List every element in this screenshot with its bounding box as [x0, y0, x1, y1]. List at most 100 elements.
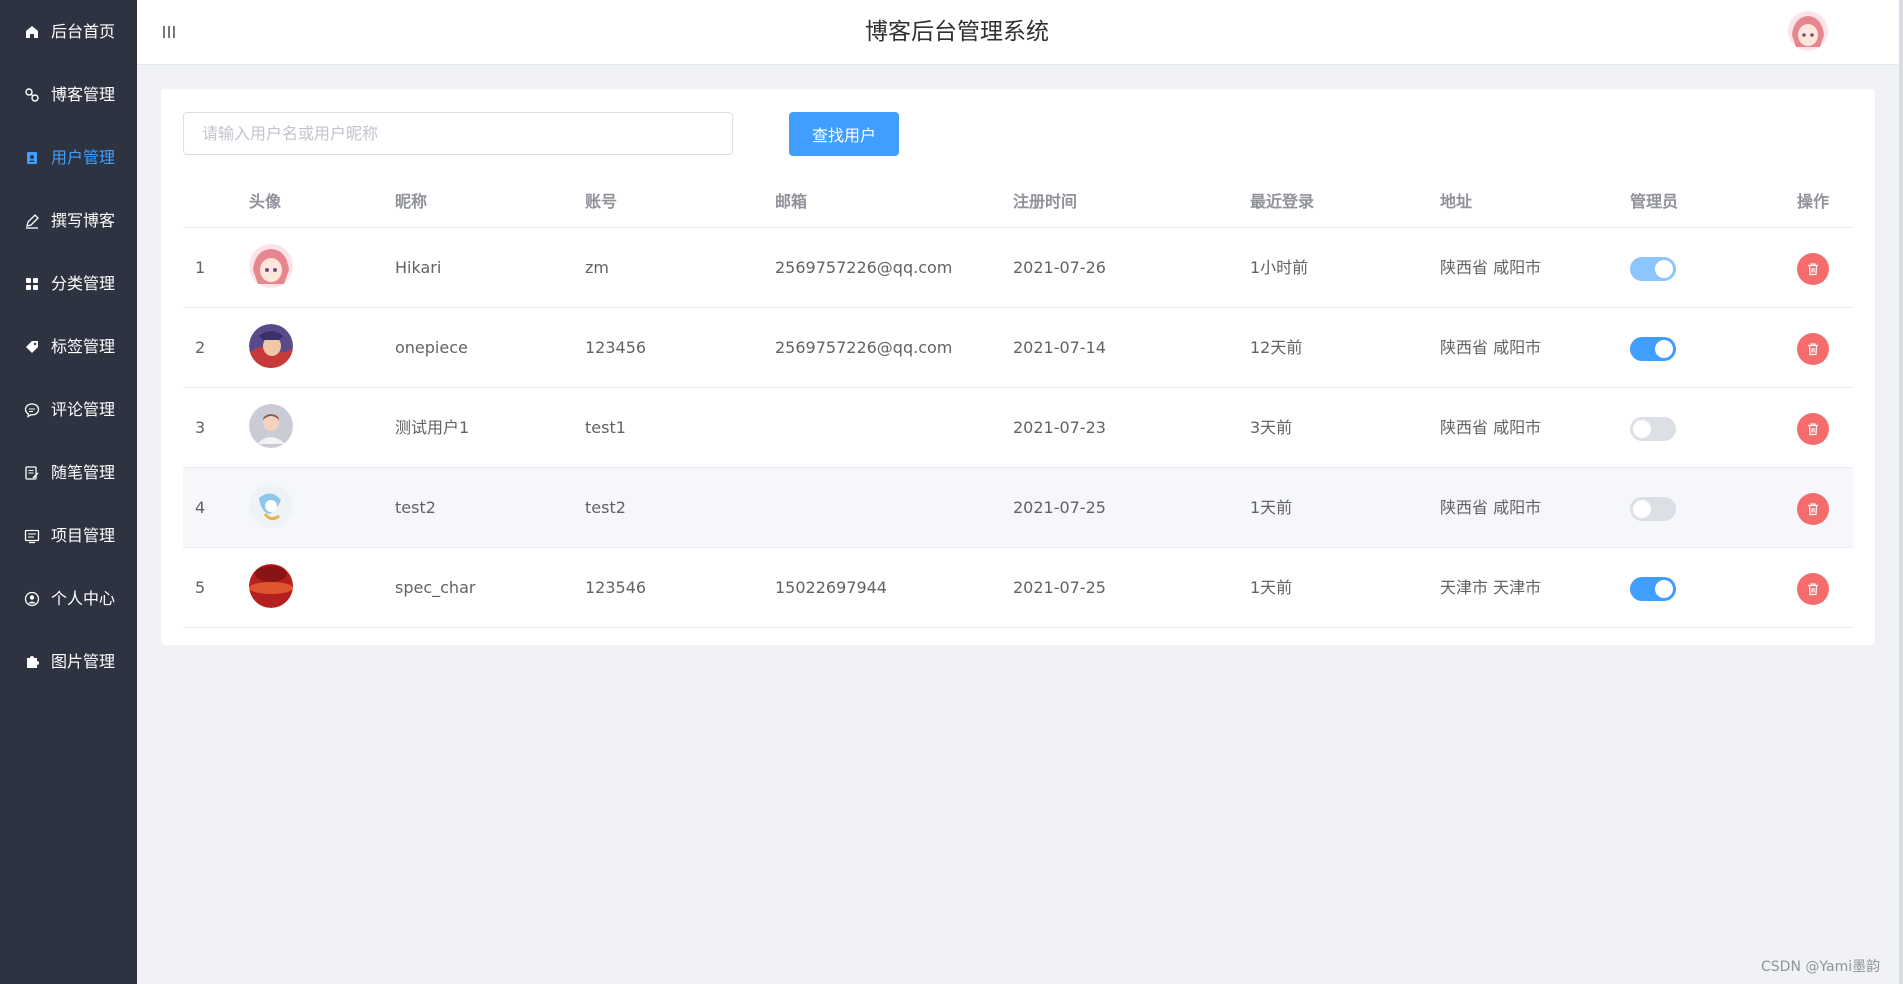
nickname-cell: test2	[395, 498, 436, 517]
sidebar-item-label: 后台首页	[51, 22, 116, 41]
sidebar-item-label: 图片管理	[51, 652, 116, 671]
admin-toggle[interactable]	[1630, 257, 1676, 281]
top-header: 博客后台管理系统	[137, 0, 1899, 65]
delete-button[interactable]	[1797, 573, 1829, 605]
row-index: 4	[195, 498, 206, 517]
sidebar-item-users[interactable]: 用户管理	[0, 126, 137, 189]
table-row: 1 Hikari zm 2569757226@qq.com 2021-07-26…	[183, 228, 1853, 308]
trash-icon	[1808, 423, 1818, 436]
delete-button[interactable]	[1797, 493, 1829, 525]
table-header: 头像 昵称 账号 邮箱 注册时间 最近登录 地址 管理员 操作	[183, 177, 1853, 228]
watermark: CSDN @Yami墨韵	[1761, 959, 1881, 975]
column-header-avatar: 头像	[249, 192, 282, 211]
admin-toggle[interactable]	[1630, 417, 1676, 441]
last-login-cell: 1天前	[1250, 578, 1293, 597]
register-time-cell: 2021-07-26	[1013, 258, 1106, 277]
sidebar-item-label: 用户管理	[51, 148, 116, 167]
delete-button[interactable]	[1797, 253, 1829, 285]
home-icon	[26, 26, 38, 38]
last-login-cell: 3天前	[1250, 418, 1293, 437]
search-input[interactable]	[183, 112, 733, 155]
register-time-cell: 2021-07-23	[1013, 418, 1106, 437]
avatar	[249, 244, 293, 288]
last-login-cell: 12天前	[1250, 338, 1303, 357]
project-icon	[24, 529, 40, 544]
trash-icon	[1808, 503, 1818, 516]
address-cell: 天津市 天津市	[1440, 578, 1542, 597]
account-cell: test2	[585, 498, 626, 517]
email-cell: 2569757226@qq.com	[775, 338, 953, 357]
row-index: 2	[195, 338, 206, 357]
sidebar-item-categories[interactable]: 分类管理	[0, 252, 137, 315]
account-cell: test1	[585, 418, 626, 437]
puzzle-icon	[27, 656, 39, 668]
table-row: 5 spec_char 123546 15022697944 2021-07-2…	[183, 548, 1853, 628]
column-header-address: 地址	[1440, 192, 1473, 211]
sidebar-item-notes[interactable]: 随笔管理	[0, 441, 137, 504]
table-row: 2 onepiece 123456 2569757226@qq.com 2021…	[183, 308, 1853, 388]
email-cell: 2569757226@qq.com	[775, 258, 953, 277]
address-cell: 陕西省 咸阳市	[1440, 418, 1542, 437]
column-header-register-time: 注册时间	[1013, 192, 1078, 211]
trash-icon	[1808, 343, 1818, 356]
column-header-nickname: 昵称	[395, 192, 428, 211]
sidebar-item-label: 分类管理	[51, 274, 116, 293]
account-cell: 123456	[585, 338, 647, 357]
trash-icon	[1808, 263, 1818, 276]
row-index: 5	[195, 578, 206, 597]
blog-icon	[25, 88, 39, 102]
email-cell: 15022697944	[775, 578, 887, 597]
admin-toggle[interactable]	[1630, 497, 1676, 521]
column-header-last-login: 最近登录	[1250, 192, 1315, 211]
sidebar-item-write-blog[interactable]: 撰写博客	[0, 189, 137, 252]
avatar	[249, 564, 293, 608]
address-cell: 陕西省 咸阳市	[1440, 338, 1542, 357]
sidebar-item-home[interactable]: 后台首页	[0, 0, 137, 63]
delete-button[interactable]	[1797, 413, 1829, 445]
column-header-email: 邮箱	[775, 192, 808, 211]
user-avatar[interactable]	[1788, 11, 1828, 51]
page-title: 博客后台管理系统	[865, 19, 1049, 45]
admin-toggle[interactable]	[1630, 577, 1676, 601]
sidebar-item-label: 随笔管理	[51, 463, 116, 482]
nickname-cell: onepiece	[395, 338, 468, 357]
trash-icon	[1808, 583, 1818, 596]
page-scrollbar[interactable]	[1899, 0, 1903, 984]
sidebar-item-projects[interactable]: 项目管理	[0, 504, 137, 567]
nickname-cell: spec_char	[395, 578, 476, 597]
avatar	[249, 324, 293, 368]
account-cell: 123546	[585, 578, 647, 597]
row-index: 1	[195, 258, 206, 277]
table-row: 4 test2 test2 2021-07-25 1天前 陕西省 咸阳市	[183, 468, 1853, 548]
sidebar: 后台首页 博客管理 用户管理 撰写博客 分类管理 标签管理 评论管理 随笔管理 …	[0, 0, 137, 984]
sidebar-item-tags[interactable]: 标签管理	[0, 315, 137, 378]
address-cell: 陕西省 咸阳市	[1440, 258, 1542, 277]
avatar	[249, 484, 293, 528]
column-header-admin: 管理员	[1630, 192, 1679, 211]
pen-icon	[26, 214, 39, 229]
sidebar-item-label: 个人中心	[51, 589, 116, 608]
sidebar-item-profile[interactable]: 个人中心	[0, 567, 137, 630]
user-icon	[27, 152, 37, 164]
sidebar-item-blog[interactable]: 博客管理	[0, 63, 137, 126]
table-row: 3 测试用户1 test1 2021-07-23 3天前 陕西省 咸阳市	[183, 388, 1853, 468]
admin-toggle[interactable]	[1630, 337, 1676, 361]
sidebar-item-label: 评论管理	[51, 400, 116, 419]
register-time-cell: 2021-07-25	[1013, 498, 1106, 517]
last-login-cell: 1天前	[1250, 498, 1293, 517]
tag-icon	[26, 341, 38, 353]
sidebar-item-label: 撰写博客	[51, 211, 116, 230]
comment-icon	[24, 403, 40, 418]
account-cell: zm	[585, 258, 609, 277]
users-table: 头像 昵称 账号 邮箱 注册时间 最近登录 地址 管理员 操作 1 Hikari…	[183, 177, 1853, 628]
sidebar-item-images[interactable]: 图片管理	[0, 630, 137, 693]
delete-button[interactable]	[1797, 333, 1829, 365]
avatar	[249, 404, 293, 448]
address-cell: 陕西省 咸阳市	[1440, 498, 1542, 517]
profile-icon	[24, 591, 40, 607]
search-users-button[interactable]: 查找用户	[789, 112, 899, 156]
sidebar-item-comments[interactable]: 评论管理	[0, 378, 137, 441]
nickname-cell: 测试用户1	[395, 418, 470, 437]
nickname-cell: Hikari	[395, 258, 442, 277]
row-index: 3	[195, 418, 206, 437]
